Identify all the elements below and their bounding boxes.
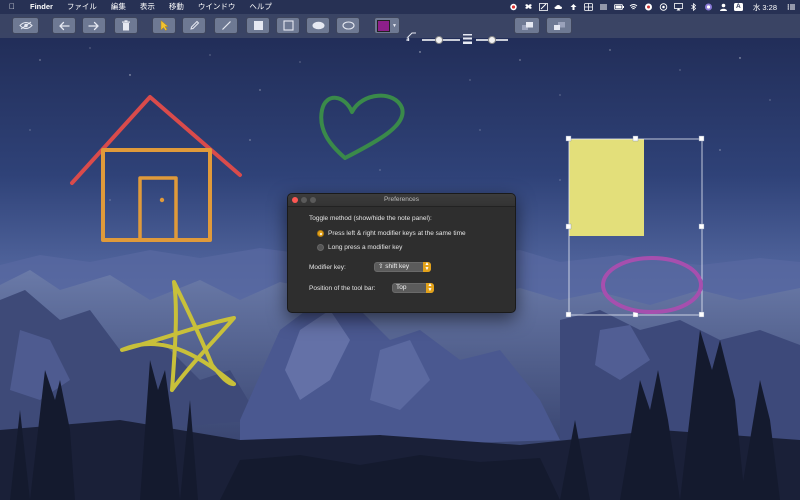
- chevron-down-icon: ▼: [392, 22, 397, 29]
- ellipse-icon: [341, 21, 355, 30]
- stroke-width-icon: [463, 34, 472, 44]
- menubar-clock[interactable]: 水 3:28: [753, 2, 777, 13]
- toolbar-position-value: Top: [396, 284, 407, 291]
- airplay-icon[interactable]: [673, 3, 683, 11]
- heart-stroke[interactable]: [319, 93, 405, 160]
- flag-icon[interactable]: [644, 3, 653, 11]
- record-icon[interactable]: [659, 3, 668, 11]
- bring-front-icon: [521, 21, 533, 30]
- radio-long-press-label[interactable]: Long press a modifier key: [328, 244, 402, 251]
- preferences-window: Preferences Toggle method (show/hide the…: [287, 193, 516, 313]
- bluetooth-icon[interactable]: [689, 2, 698, 12]
- stroke-width-slider[interactable]: [476, 36, 508, 44]
- text-input-icon[interactable]: A: [733, 3, 743, 11]
- pointer-icon: [160, 20, 169, 31]
- menu-view[interactable]: 表示: [133, 0, 162, 14]
- menu-go[interactable]: 移動: [162, 0, 191, 14]
- undo-arrow-icon: [59, 21, 70, 30]
- eye-icon: [18, 21, 33, 30]
- notification-center-icon[interactable]: [787, 3, 796, 11]
- select-tool-button[interactable]: [152, 17, 176, 34]
- house-roof-stroke[interactable]: [70, 95, 242, 185]
- toolbar-position-select[interactable]: Top ▲ ▼: [392, 283, 434, 293]
- wifi-icon[interactable]: [629, 3, 638, 11]
- line-icon: [221, 21, 231, 30]
- filled-ellipse-tool-button[interactable]: [306, 17, 330, 34]
- screen-edit-icon[interactable]: [538, 3, 548, 11]
- opacity-icon: a: [406, 32, 416, 43]
- pen-icon: [189, 20, 199, 30]
- modifier-key-label: Modifier key:: [309, 264, 346, 271]
- rect-tool-button[interactable]: [276, 17, 300, 34]
- ellipse-tool-button[interactable]: [336, 17, 360, 34]
- rect-icon: [282, 20, 294, 31]
- redo-button[interactable]: [82, 17, 106, 34]
- sticky-note-rect[interactable]: [569, 139, 644, 236]
- undo-button[interactable]: [52, 17, 76, 34]
- filled-rect-icon: [253, 21, 263, 30]
- stroke-width-slider-knob[interactable]: [488, 36, 496, 44]
- modifier-key-select[interactable]: ⇧ shift key ▲ ▼: [374, 262, 431, 272]
- ellipse-stroke[interactable]: [601, 256, 703, 314]
- apple-logo-icon[interactable]: : [0, 0, 23, 14]
- dropbox-icon[interactable]: [524, 3, 533, 11]
- menu-finder[interactable]: Finder: [23, 0, 60, 14]
- send-back-icon: [553, 21, 565, 30]
- svg-text:a: a: [406, 36, 410, 43]
- toolbar-position-label: Position of the tool bar:: [309, 285, 376, 292]
- cloud-icon[interactable]: [554, 3, 563, 11]
- menu-window[interactable]: ウインドウ: [191, 0, 243, 14]
- upload-icon[interactable]: [569, 3, 578, 11]
- battery-icon[interactable]: [613, 3, 624, 11]
- siri-icon[interactable]: [704, 3, 713, 11]
- send-to-back-button[interactable]: [546, 17, 572, 34]
- menu-bar:  Finder ファイル 編集 表示 移動 ウインドウ ヘルプ A 水 3:2…: [0, 0, 800, 14]
- redo-arrow-icon: [88, 21, 99, 30]
- pen-tool-button[interactable]: [182, 17, 206, 34]
- toggle-method-label: Toggle method (show/hide the note panel)…: [309, 215, 432, 222]
- trash-icon: [122, 20, 130, 31]
- grid-icon[interactable]: [583, 3, 593, 11]
- preferences-title: Preferences: [383, 196, 420, 203]
- filled-rect-tool-button[interactable]: [246, 17, 270, 34]
- list-icon[interactable]: [599, 3, 608, 11]
- menu-file[interactable]: ファイル: [60, 0, 104, 14]
- radio-press-both-keys-label[interactable]: Press left & right modifier keys at the …: [328, 230, 466, 237]
- star-stroke[interactable]: [120, 280, 236, 392]
- menu-help[interactable]: ヘルプ: [242, 0, 279, 14]
- delete-button[interactable]: [114, 17, 138, 34]
- annotation-toolbar: ▼ a: [0, 14, 800, 44]
- line-tool-button[interactable]: [214, 17, 238, 34]
- color-picker-button[interactable]: ▼: [374, 17, 400, 34]
- select-arrows-icon: ▲ ▼: [426, 282, 434, 293]
- toggle-visibility-button[interactable]: [12, 17, 39, 34]
- house-door-knob: [159, 197, 165, 203]
- house-body-stroke[interactable]: [101, 148, 212, 242]
- select-arrows-icon: ▲ ▼: [423, 261, 431, 272]
- menu-edit[interactable]: 編集: [104, 0, 133, 14]
- creative-cloud-icon[interactable]: [509, 3, 518, 11]
- house-door-stroke[interactable]: [138, 176, 178, 238]
- color-swatch-icon: [377, 19, 391, 32]
- radio-press-both-keys[interactable]: [317, 230, 324, 237]
- bring-to-front-button[interactable]: [514, 17, 540, 34]
- user-icon[interactable]: [719, 3, 728, 11]
- radio-long-press[interactable]: [317, 244, 324, 251]
- filled-ellipse-icon: [312, 21, 324, 30]
- preferences-titlebar[interactable]: Preferences: [288, 194, 515, 207]
- opacity-slider[interactable]: [422, 36, 460, 44]
- modifier-key-value: ⇧ shift key: [378, 263, 410, 270]
